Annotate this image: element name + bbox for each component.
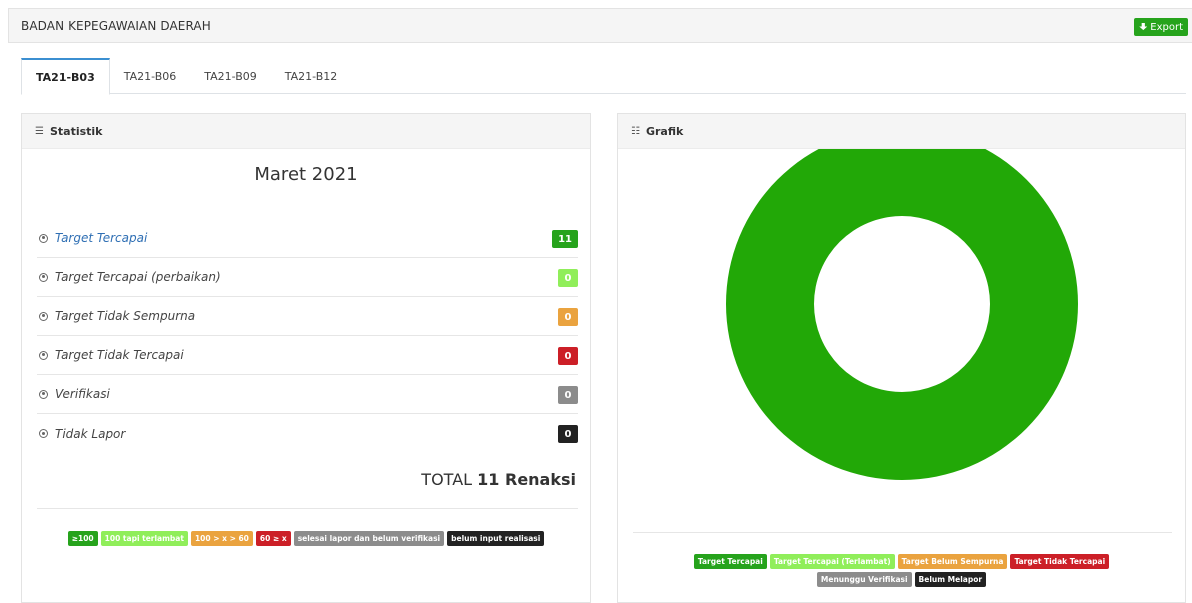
stat-label: Target Tercapai (perbaikan) [55,270,221,284]
stat-label: Tidak Lapor [55,426,126,441]
statistik-title: Statistik [49,124,103,138]
page-title: BADAN KEPEGAWAIAN DAERAH [21,19,211,33]
legend-tag: Target Tercapai [693,554,767,569]
donut-svg [726,128,1078,480]
legend-tag: selesai lapor dan belum verifikasi [293,531,445,546]
tab-ta21-b09[interactable]: TA21-B09 [190,58,271,94]
period-tabs: TA21-B03 TA21-B06 TA21-B09 TA21-B12 [21,58,1186,95]
legend-tag: 100 > x > 60 [190,531,253,546]
total-summary: TOTAL 11 Renaksi [421,470,576,489]
stat-count-badge: 0 [558,308,578,326]
tab-ta21-b06[interactable]: TA21-B06 [110,58,191,94]
legend-tag: Target Tidak Tercapai [1010,554,1110,569]
stat-row[interactable]: Tidak Lapor 0 [37,414,578,453]
grafik-header: ☷ Grafik [618,114,1185,149]
download-icon [1139,22,1148,31]
stat-label: Target Tidak Sempurna [55,309,196,323]
top-bar: BADAN KEPEGAWAIAN DAERAH Export [8,8,1192,43]
stat-count-badge: 0 [558,347,578,365]
chart-legend: Target Tercapai Target Tercapai (Terlamba… [618,554,1185,587]
stat-row[interactable]: Verifikasi 0 [37,375,578,414]
radio-bullet-icon [39,350,48,360]
radio-bullet-icon [39,272,48,282]
radio-bullet-icon [39,311,48,321]
stat-count-badge: 11 [552,230,578,248]
stat-count-badge: 0 [558,425,578,443]
radio-bullet-icon [39,429,48,438]
legend-tag: Menunggu Verifikasi [816,572,912,587]
grafik-title: Grafik [645,124,684,138]
legend-tag: belum input realisasi [447,531,545,546]
stat-label: Target Tidak Tercapai [55,348,184,362]
grafik-panel: ☷ Grafik Target Tercapai Target Tercapai … [617,113,1186,603]
export-button[interactable]: Export [1134,18,1188,36]
tab-ta21-b03[interactable]: TA21-B03 [21,58,110,95]
radio-bullet-icon [39,389,48,399]
legend-tag: Target Tercapai (Terlambat) [769,554,895,569]
legend-tag: Belum Melapor [914,572,987,587]
stat-label: Verifikasi [55,387,110,401]
stat-row[interactable]: Target Tercapai (perbaikan) 0 [37,258,578,297]
stat-label[interactable]: Target Tercapai [55,231,147,245]
sliders-icon: ☰ [35,125,44,137]
stat-row[interactable]: Target Tercapai 11 [37,219,578,258]
statistik-header: ☰ Statistik [22,114,590,149]
stat-list: Target Tercapai 11 Target Tercapai (perbai… [37,219,578,453]
radio-bullet-icon [39,233,48,243]
stat-count-badge: 0 [558,269,578,287]
legend-tag: ≥100 [67,531,98,546]
divider [37,508,578,509]
stat-count-badge: 0 [558,386,578,404]
stat-legend: ≥100 100 tapi terlambat 100 > x > 60 60 ≥ x… [22,531,590,546]
statistik-panel: ☰ Statistik Maret 2021 Target Tercapai 11… [21,113,591,603]
total-value: 11 Renaksi [477,470,576,489]
period-title: Maret 2021 [254,164,358,185]
export-label: Export [1150,21,1183,33]
legend-tag: Target Belum Sempurna [897,554,1008,569]
chart-list-icon: ☷ [631,125,640,137]
legend-tag: 60 ≥ x [255,531,291,546]
stat-row[interactable]: Target Tidak Tercapai 0 [37,336,578,375]
legend-tag: 100 tapi terlambat [100,531,188,546]
donut-chart [618,128,1185,549]
stat-row[interactable]: Target Tidak Sempurna 0 [37,297,578,336]
tab-ta21-b12[interactable]: TA21-B12 [271,58,352,94]
divider [633,532,1172,533]
donut-slice[interactable] [726,128,1078,480]
total-prefix: TOTAL [421,470,473,489]
